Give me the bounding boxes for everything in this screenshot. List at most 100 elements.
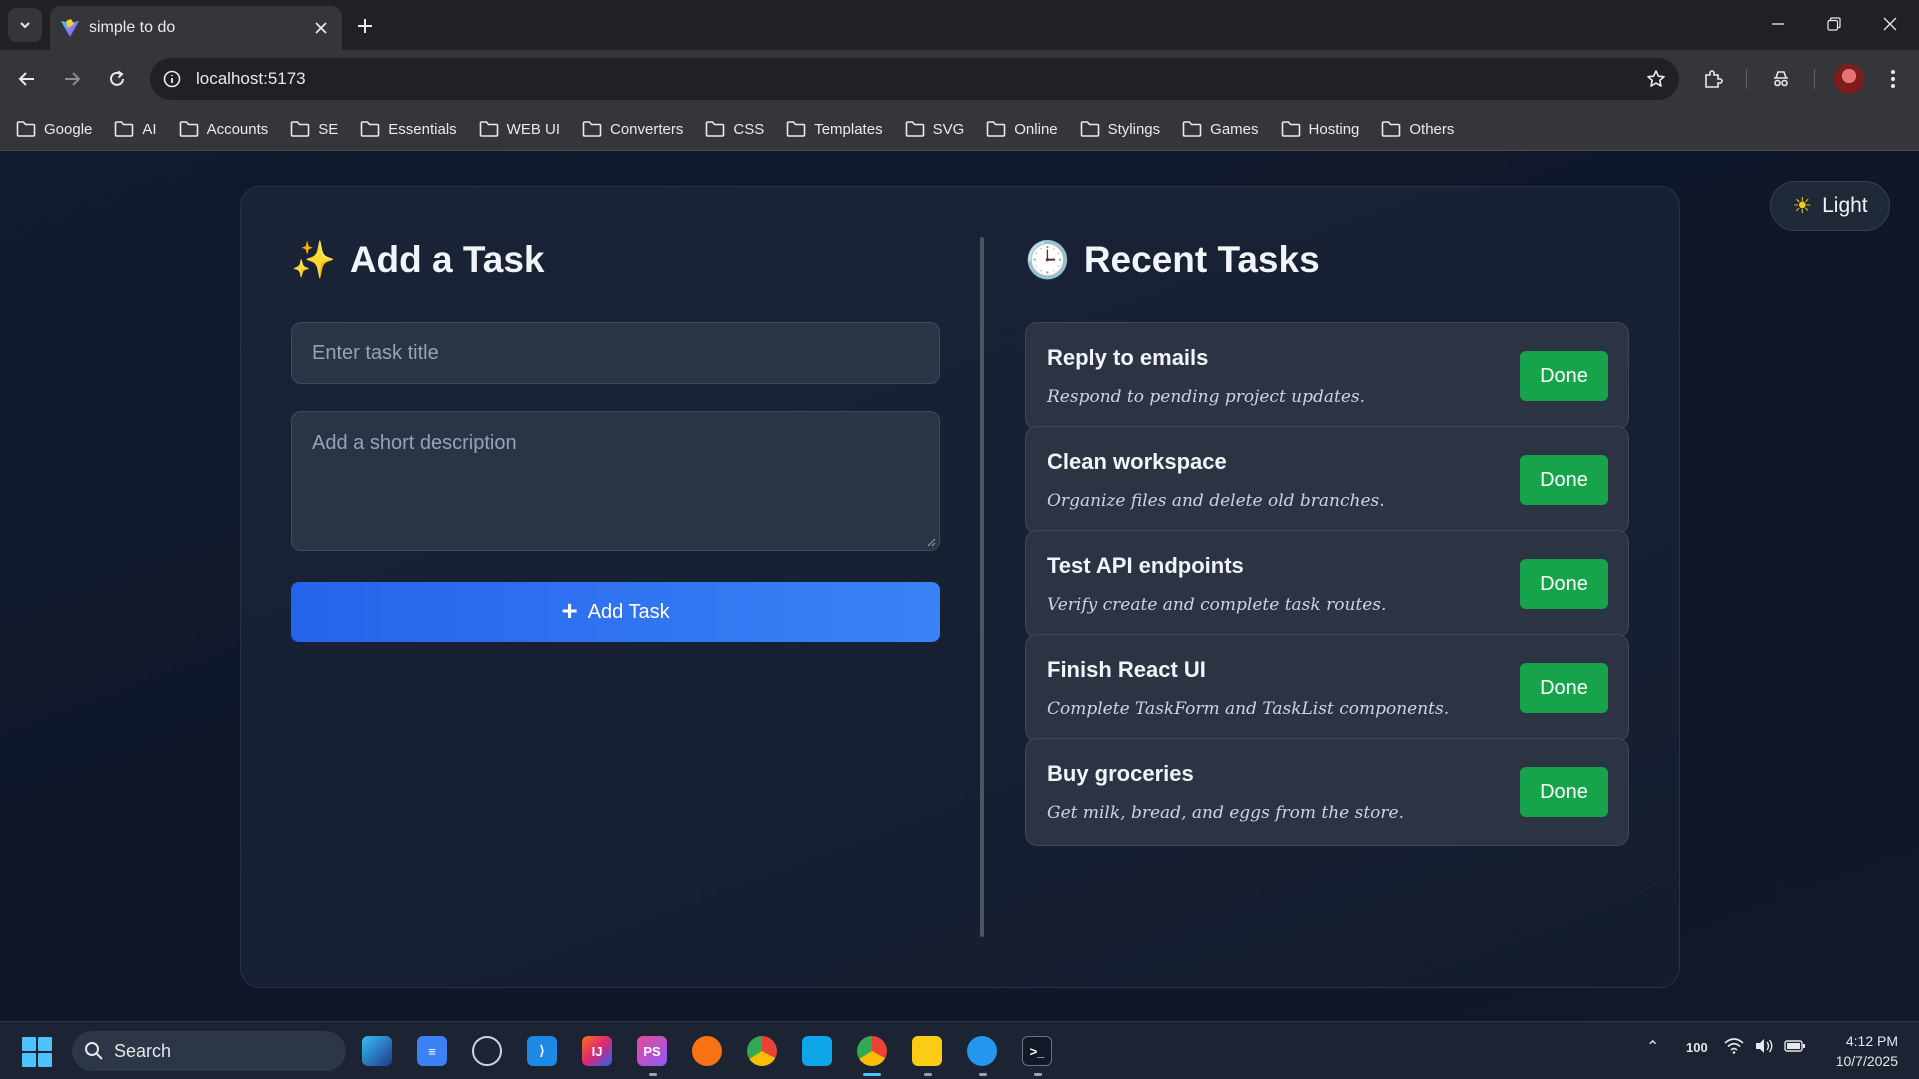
restore-icon[interactable]	[1812, 6, 1856, 42]
add-task-button[interactable]: + Add Task	[291, 582, 940, 642]
close-tab-icon[interactable]	[310, 17, 332, 39]
menu-kebab-icon[interactable]	[1876, 62, 1910, 96]
bookmark-label: Online	[1014, 120, 1058, 138]
bookmark-folder-games[interactable]: Games	[1182, 120, 1259, 138]
folder-icon	[179, 121, 198, 137]
done-button[interactable]: Done	[1520, 559, 1608, 609]
chrome-app-icon[interactable]	[747, 1036, 777, 1066]
tray-value[interactable]: 100	[1686, 1040, 1708, 1055]
vscode-app-icon[interactable]: ⟩	[527, 1036, 557, 1066]
windows-start-icon[interactable]	[22, 1037, 52, 1067]
bookmark-folder-converters[interactable]: Converters	[582, 120, 683, 138]
battery-icon[interactable]	[1784, 1040, 1806, 1055]
task-description: Complete TaskForm and TaskList component…	[1047, 699, 1450, 719]
bookmark-label: SVG	[932, 120, 965, 138]
bookmark-label: Accounts	[206, 120, 269, 138]
task-description: Get milk, bread, and eggs from the store…	[1047, 803, 1404, 823]
forward-icon[interactable]	[55, 62, 89, 96]
bookmark-folder-ai[interactable]: AI	[114, 120, 157, 138]
done-button[interactable]: Done	[1520, 351, 1608, 401]
theme-toggle-button[interactable]: ☀ Light	[1770, 181, 1890, 231]
bookmark-label: SE	[318, 120, 339, 138]
resize-handle-icon[interactable]	[926, 537, 936, 547]
bookmark-label: Essentials	[388, 120, 457, 138]
plus-icon: +	[561, 595, 578, 626]
volume-icon[interactable]	[1754, 1038, 1774, 1057]
bookmark-star-icon[interactable]	[1643, 66, 1669, 92]
bookmark-folder-web-ui[interactable]: WEB UI	[479, 120, 560, 138]
task-description-textarea[interactable]: Add a short description	[291, 411, 940, 551]
notepad-app-icon[interactable]: ≡	[417, 1036, 447, 1066]
back-icon[interactable]	[10, 62, 44, 96]
new-tab-icon[interactable]	[350, 11, 380, 41]
file-explorer-app-icon[interactable]	[912, 1036, 942, 1066]
main-card: ✨ Add a Task Enter task title Add a shor…	[240, 186, 1680, 988]
task-card: Reply to emails Respond to pending projec…	[1025, 322, 1629, 430]
folder-icon	[582, 121, 602, 137]
incognito-icon[interactable]	[1764, 62, 1798, 96]
site-info-icon[interactable]	[160, 67, 184, 91]
phpstorm-app-icon[interactable]: PS	[637, 1036, 667, 1066]
minimize-icon[interactable]	[1756, 6, 1800, 42]
app-active-indicator	[863, 1073, 881, 1076]
bookmark-folder-css[interactable]: CSS	[705, 120, 764, 138]
browser-tab[interactable]: simple to do	[50, 6, 342, 50]
bookmark-folder-accounts[interactable]: Accounts	[179, 120, 269, 138]
task-description: Verify create and complete task routes.	[1047, 595, 1387, 615]
done-button[interactable]: Done	[1520, 663, 1608, 713]
bookmark-label: WEB UI	[506, 120, 560, 138]
bookmark-folder-svg[interactable]: SVG	[905, 120, 965, 138]
task-description: Organize files and delete old branches.	[1047, 491, 1385, 511]
browser-tab-bar: simple to do	[0, 0, 1919, 50]
address-bar[interactable]: localhost:5173	[150, 58, 1679, 100]
intellij-app-icon[interactable]: IJ	[582, 1036, 612, 1066]
bookmark-folder-stylings[interactable]: Stylings	[1080, 120, 1160, 138]
bookmark-folder-others[interactable]: Others	[1381, 120, 1454, 138]
terminal-app-icon[interactable]: >_	[1022, 1036, 1052, 1066]
task-title-input[interactable]: Enter task title	[291, 322, 940, 384]
task-card: Buy groceries Get milk, bread, and eggs f…	[1025, 738, 1629, 846]
done-button[interactable]: Done	[1520, 455, 1608, 505]
task-description-placeholder: Add a short description	[312, 432, 517, 454]
add-task-title: Add a Task	[349, 239, 545, 280]
theme-toggle-label: Light	[1822, 194, 1868, 217]
remote-desktop-app-icon[interactable]	[802, 1036, 832, 1066]
folder-icon	[479, 121, 498, 137]
docker-app-icon[interactable]	[967, 1036, 997, 1066]
bookmark-label: Games	[1210, 120, 1259, 138]
clock-icon: 🕒	[1025, 239, 1070, 280]
wifi-icon[interactable]	[1724, 1038, 1744, 1057]
bookmark-folder-essentials[interactable]: Essentials	[360, 120, 457, 138]
photos-app-icon[interactable]	[362, 1036, 392, 1066]
bookmark-folder-hosting[interactable]: Hosting	[1281, 120, 1359, 138]
bookmark-folder-templates[interactable]: Templates	[786, 120, 883, 138]
sun-icon: ☀	[1792, 193, 1813, 218]
close-window-icon[interactable]	[1868, 6, 1912, 42]
task-title: Buy groceries	[1047, 761, 1194, 786]
task-card: Clean workspace Organize files and delete…	[1025, 426, 1629, 534]
bookmark-folder-google[interactable]: Google	[16, 120, 92, 138]
bookmark-folder-se[interactable]: SE	[290, 120, 338, 138]
recent-tasks-title: Recent Tasks	[1083, 239, 1320, 280]
chrome-profile-app-icon[interactable]	[857, 1036, 887, 1066]
extensions-icon[interactable]	[1696, 62, 1730, 96]
profile-avatar[interactable]	[1834, 64, 1864, 94]
tab-search-button[interactable]	[8, 8, 42, 42]
task-title-placeholder: Enter task title	[312, 341, 439, 364]
bookmark-folder-online[interactable]: Online	[986, 120, 1058, 138]
taskbar-search[interactable]: Search	[72, 1031, 346, 1071]
tray-chevron-icon[interactable]: ⌃	[1646, 1037, 1659, 1057]
add-task-heading: ✨ Add a Task	[291, 235, 544, 285]
bookmark-label: Templates	[814, 120, 883, 138]
folder-icon	[986, 121, 1006, 137]
task-description: Respond to pending project updates.	[1047, 387, 1366, 407]
app-running-indicator	[1034, 1073, 1042, 1076]
section-divider	[980, 237, 984, 937]
app-running-indicator	[924, 1073, 932, 1076]
obs-app-icon[interactable]	[472, 1036, 502, 1066]
reload-icon[interactable]	[100, 62, 134, 96]
bookmark-label: Google	[44, 120, 93, 138]
clock[interactable]: 4:12 PM 10/7/2025	[1820, 1031, 1898, 1071]
postman-app-icon[interactable]	[692, 1036, 722, 1066]
done-button[interactable]: Done	[1520, 767, 1608, 817]
